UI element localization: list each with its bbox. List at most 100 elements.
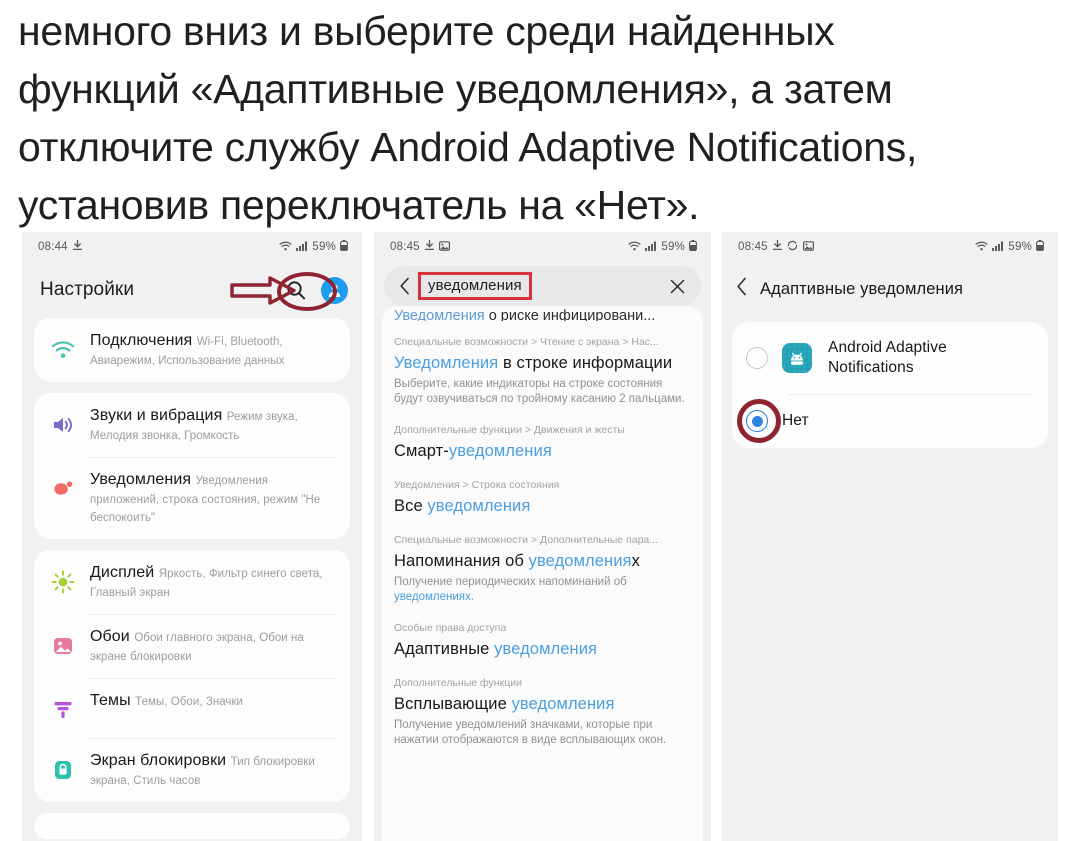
search-results-card: Уведомления о риске инфицировани... Спец…	[382, 306, 703, 841]
search-result-partial[interactable]: Уведомления о риске инфицировани...	[394, 307, 691, 321]
search-result-description: Выберите, какие индикаторы на строке сос…	[394, 378, 685, 405]
status-bar-right: 59%	[279, 240, 348, 254]
search-results-list[interactable]: Уведомления о риске инфицировани... Спец…	[374, 306, 711, 841]
settings-group-3: Дисплей Яркость, Фильтр синего света, Гл…	[34, 550, 350, 802]
settings-row-text: Обои Обои главного экрана, Обои на экран…	[90, 627, 336, 665]
search-result-item[interactable]: Дополнительные функции > Движения и жест…	[394, 409, 691, 464]
search-result-item[interactable]: Уведомления > Строка состояния Все уведо…	[394, 464, 691, 519]
settings-row-sounds[interactable]: Звуки и вибрация Режим звука, Мелодия зв…	[34, 393, 350, 457]
search-result-item[interactable]: Специальные возможности > Чтение с экран…	[394, 321, 691, 409]
search-input[interactable]: уведомления	[418, 272, 667, 300]
status-time: 08:44	[38, 241, 68, 253]
close-icon[interactable]	[667, 279, 687, 294]
search-result-headline: Все уведомления	[394, 497, 531, 515]
chevron-left-icon[interactable]	[394, 277, 416, 295]
search-result-breadcrumb: Особые права доступа	[394, 622, 507, 634]
settings-row-display[interactable]: Дисплей Яркость, Фильтр синего света, Гл…	[34, 550, 350, 614]
download-icon	[772, 239, 782, 254]
android-app-icon	[782, 343, 812, 373]
heading-line-4: установив переключатель на «Нет».	[18, 182, 700, 228]
search-input-value: уведомления	[418, 272, 532, 300]
status-time: 08:45	[738, 241, 768, 253]
settings-row-text: Темы Темы, Обои, Значки	[90, 691, 336, 711]
search-result-headline: Адаптивные уведомления	[394, 640, 598, 658]
heading-line-2: функций «Адаптивные уведомления», а зате…	[18, 66, 893, 112]
download-icon	[424, 239, 434, 254]
search-result-item-adaptive[interactable]: Особые права доступа Адаптивные уведомле…	[394, 607, 691, 662]
themes-icon	[48, 695, 78, 725]
status-bar-left: 08:45	[390, 239, 450, 254]
page-title: Настройки	[40, 279, 135, 300]
settings-row-title: Звуки и вибрация	[90, 407, 223, 424]
signal-icon	[296, 241, 308, 254]
settings-row-title: Темы	[90, 692, 131, 709]
heading-line-3: отключите службу Android Adaptive Notifi…	[18, 124, 918, 170]
search-result-description: Получение периодических напоминаний об у…	[394, 576, 627, 603]
battery-percent: 59%	[312, 241, 336, 253]
settings-row-themes[interactable]: Темы Темы, Обои, Значки	[34, 678, 350, 738]
chevron-left-icon[interactable]	[736, 277, 748, 301]
settings-row-notifications[interactable]: Уведомления Уведомления приложений, стро…	[34, 457, 350, 539]
phone-screenshot-adaptive-notifications: 08:45 59% Адаптивные уведомления Android…	[722, 232, 1058, 841]
option-label-line1: Android Adaptive	[828, 339, 947, 356]
settings-group-1: Подключения Wi-Fi, Bluetooth, Авиарежим,…	[34, 318, 350, 382]
option-label: Нет	[782, 412, 809, 429]
settings-row-title: Экран блокировки	[90, 752, 227, 769]
battery-icon	[689, 240, 697, 254]
status-bar-left: 08:44	[38, 239, 82, 254]
search-result-breadcrumb: Специальные возможности > Дополнительные…	[394, 534, 659, 546]
signal-icon	[645, 241, 657, 254]
status-time: 08:45	[390, 241, 420, 253]
status-bar-right: 59%	[975, 240, 1044, 254]
search-bar[interactable]: уведомления	[384, 266, 701, 306]
search-result-description: Получение уведомлений значками, которые …	[394, 719, 667, 746]
image-icon	[802, 240, 814, 254]
settings-row-lockscreen[interactable]: Экран блокировки Тип блокировки экрана, …	[34, 738, 350, 802]
search-result-item[interactable]: Дополнительные функции Всплывающие уведо…	[394, 662, 691, 750]
battery-percent: 59%	[661, 241, 685, 253]
battery-percent: 59%	[1008, 241, 1032, 253]
battery-icon	[1036, 240, 1044, 254]
radio-android-adaptive[interactable]	[746, 347, 768, 369]
settings-row-subtitle: Темы, Обои, Значки	[135, 696, 244, 708]
search-result-headline: Напоминания об уведомлениях	[394, 552, 640, 570]
status-bar-left: 08:45	[738, 239, 814, 254]
adaptive-options-card: Android Adaptive Notifications Нет	[732, 322, 1048, 448]
settings-row-wallpaper[interactable]: Обои Обои главного экрана, Обои на экран…	[34, 614, 350, 678]
phone-screenshot-search: 08:45 59% уведомления Уведомления о риск…	[374, 232, 711, 841]
settings-appbar: Настройки	[22, 262, 362, 318]
account-avatar[interactable]	[321, 276, 348, 304]
wifi-icon	[975, 241, 988, 254]
settings-group-4-partial	[34, 813, 350, 839]
settings-row-text: Уведомления Уведомления приложений, стро…	[90, 470, 336, 526]
settings-row-text: Экран блокировки Тип блокировки экрана, …	[90, 751, 336, 789]
wifi-icon	[48, 335, 78, 365]
heading-line-1: немного вниз и выберите среди найденных	[18, 8, 835, 54]
settings-row-text: Подключения Wi-Fi, Bluetooth, Авиарежим,…	[90, 331, 336, 369]
search-result-headline: Всплывающие уведомления	[394, 695, 615, 713]
download-icon	[72, 239, 82, 254]
settings-row-title: Подключения	[90, 332, 193, 349]
search-result-item[interactable]: Специальные возможности > Дополнительные…	[394, 519, 691, 607]
notification-bubble-icon	[48, 474, 78, 504]
radio-none-selected[interactable]	[746, 410, 768, 432]
brightness-icon	[48, 567, 78, 597]
adaptive-appbar: Адаптивные уведомления	[722, 262, 1058, 316]
search-result-breadcrumb: Уведомления > Строка состояния	[394, 479, 560, 491]
screenshot-strip: 08:44 59% Настройки Подключения Wi-Fi, B…	[0, 232, 1080, 841]
settings-group-2: Звуки и вибрация Режим звука, Мелодия зв…	[34, 393, 350, 539]
settings-row-title: Обои	[90, 628, 130, 645]
search-result-headline: Уведомления в строке информации	[394, 354, 673, 372]
phone-screenshot-settings: 08:44 59% Настройки Подключения Wi-Fi, B…	[22, 232, 362, 841]
image-icon	[438, 240, 450, 254]
settings-row-connections[interactable]: Подключения Wi-Fi, Bluetooth, Авиарежим,…	[34, 318, 350, 382]
search-icon[interactable]	[281, 275, 311, 305]
signal-icon	[992, 241, 1004, 254]
sync-icon	[787, 240, 798, 254]
status-bar-right: 59%	[628, 240, 697, 254]
option-android-adaptive-notifications[interactable]: Android Adaptive Notifications	[732, 322, 1048, 394]
settings-row-text: Звуки и вибрация Режим звука, Мелодия зв…	[90, 406, 336, 444]
speaker-icon	[48, 410, 78, 440]
option-none[interactable]: Нет	[732, 394, 1048, 448]
lock-icon	[48, 755, 78, 785]
